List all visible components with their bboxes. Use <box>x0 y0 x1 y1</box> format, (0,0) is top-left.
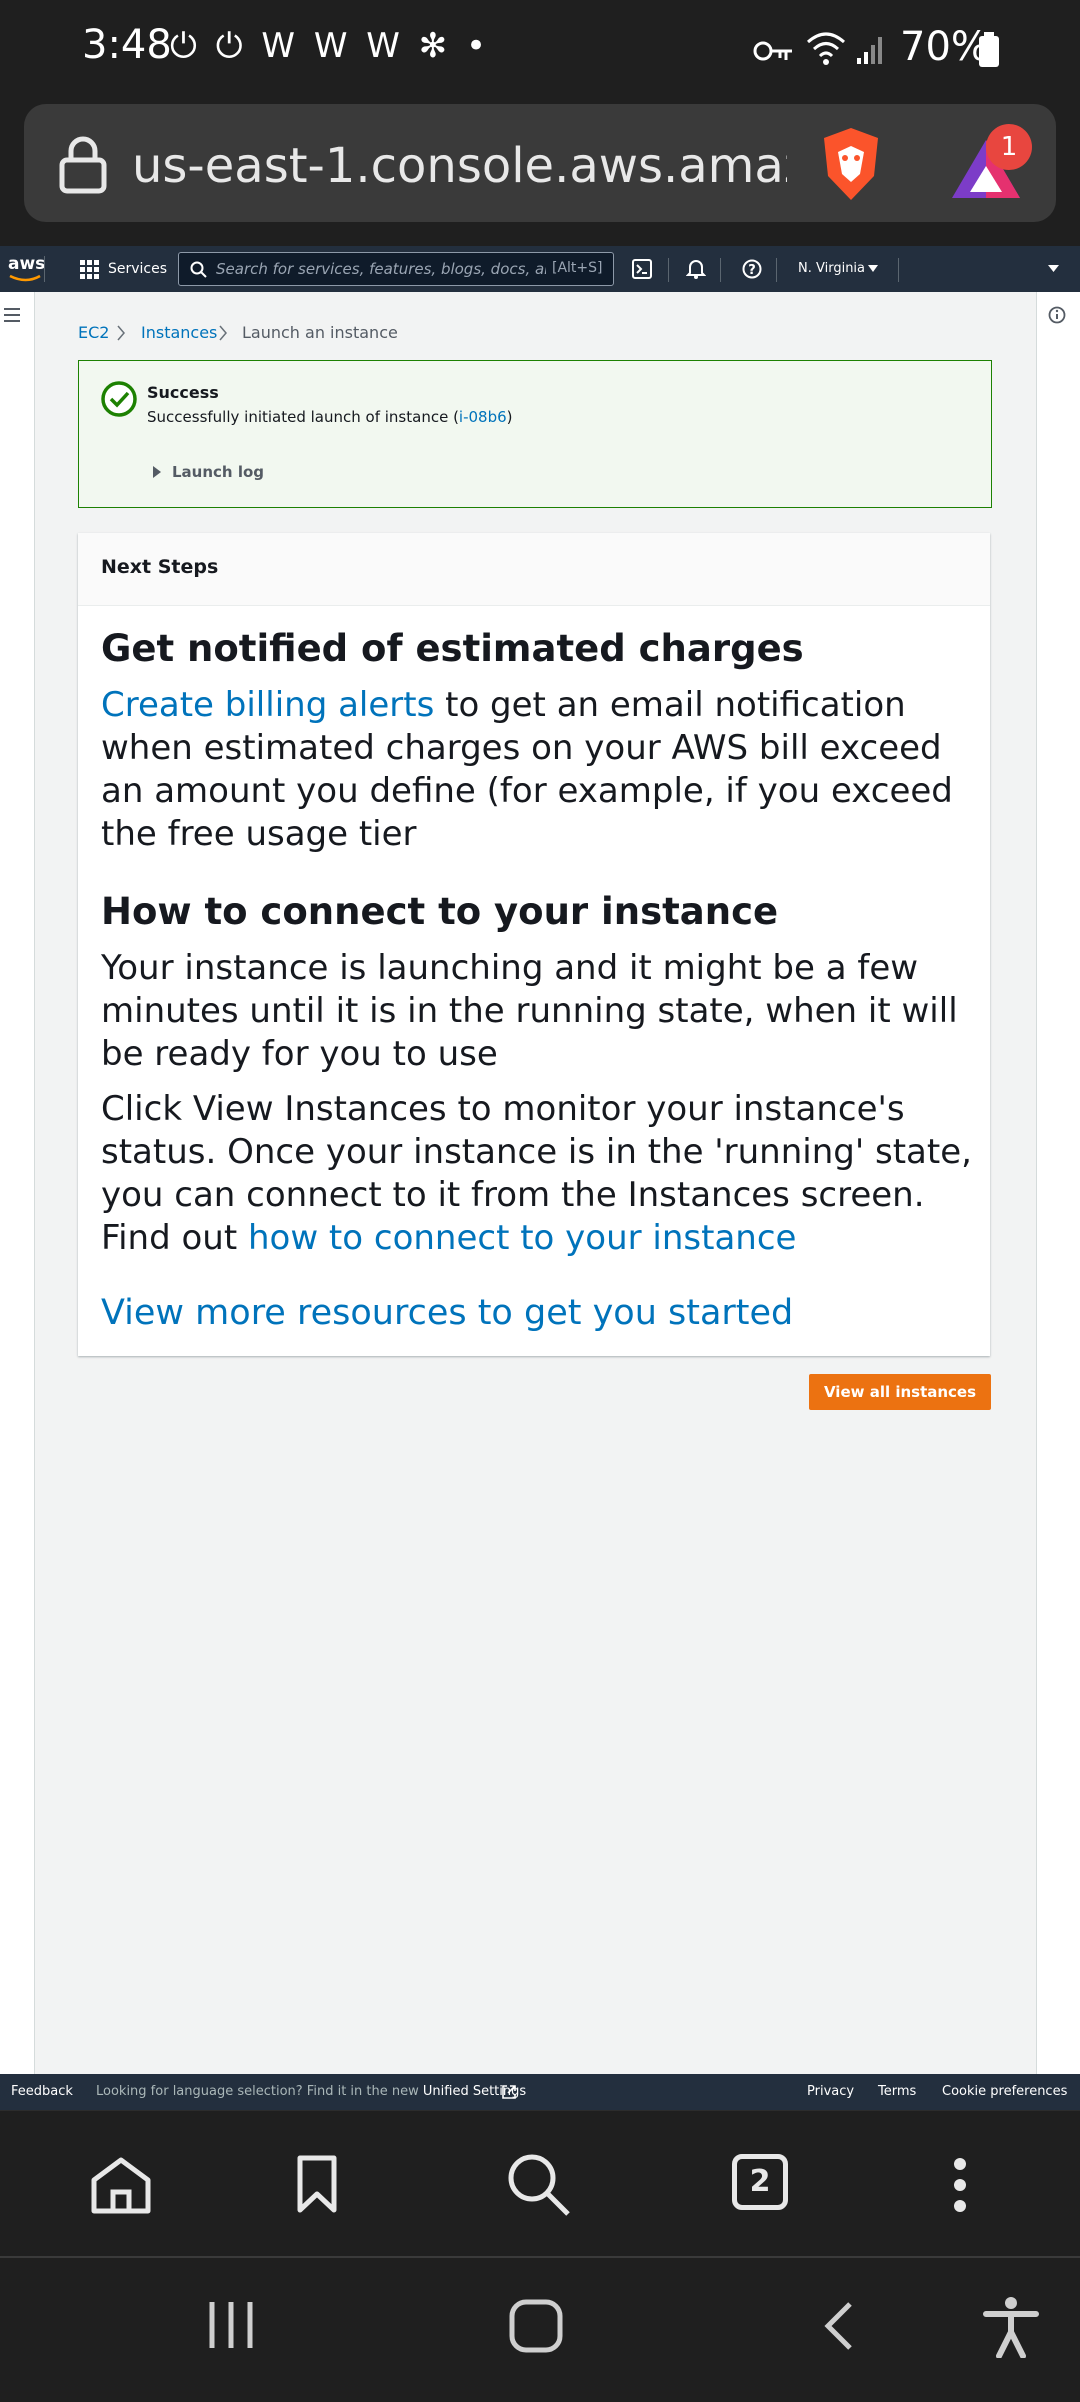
tools-rail <box>1036 292 1080 2074</box>
brave-shields-icon[interactable] <box>818 126 884 202</box>
bookmark-icon[interactable] <box>296 2154 338 2214</box>
breadcrumb-current: Launch an instance <box>242 323 398 342</box>
alert-title: Success <box>147 383 219 402</box>
aws-smile-icon <box>9 274 41 282</box>
search-icon <box>190 261 207 278</box>
nav-divider <box>898 258 899 282</box>
how-to-connect-link[interactable]: how to connect to your instance <box>248 1218 796 1258</box>
language-note-text: Looking for language selection? Find it … <box>96 2084 419 2099</box>
breadcrumb-ec2[interactable]: EC2 <box>78 323 109 342</box>
search-placeholder: Search for services, features, blogs, do… <box>216 260 546 278</box>
cookie-preferences-link[interactable]: Cookie preferences <box>942 2084 1067 2099</box>
aws-logo[interactable]: aws <box>8 254 45 274</box>
more-resources-link[interactable]: View more resources to get you started <box>101 1292 981 1335</box>
home-icon[interactable] <box>90 2156 152 2214</box>
breadcrumb-chevron-icon <box>219 325 227 341</box>
home-nav-icon[interactable] <box>508 2298 564 2354</box>
lock-icon[interactable] <box>58 134 108 194</box>
region-selector[interactable]: N. Virginia <box>798 261 865 276</box>
wifi-icon <box>807 32 845 65</box>
url-text[interactable]: us-east-1.console.aws.amazon <box>132 138 787 194</box>
terms-link[interactable]: Terms <box>878 2084 916 2099</box>
services-menu[interactable]: Services <box>108 261 167 277</box>
external-link-icon[interactable] <box>501 2084 517 2100</box>
more-options-icon[interactable] <box>950 2156 970 2214</box>
search-shortcut: [Alt+S] <box>552 260 603 276</box>
help-icon[interactable]: ? <box>742 259 762 279</box>
accessibility-icon[interactable] <box>982 2296 1040 2358</box>
nav-divider <box>44 256 45 282</box>
info-icon[interactable] <box>1048 306 1066 324</box>
account-caret-down-icon[interactable] <box>1048 265 1060 273</box>
launch-log-toggle[interactable]: Launch log <box>172 463 264 481</box>
breadcrumb-chevron-icon <box>117 325 125 341</box>
menu-icon[interactable] <box>3 307 21 323</box>
svg-text:?: ? <box>748 263 756 278</box>
alert-message: Successfully initiated launch of instanc… <box>147 408 513 426</box>
caret-down-icon <box>868 265 878 272</box>
side-nav-rail <box>0 292 35 2074</box>
view-all-instances-button[interactable]: View all instances <box>809 1374 991 1410</box>
rewards-badge: 1 <box>986 124 1032 170</box>
launching-description: Your instance is launching and it might … <box>101 948 958 1074</box>
alert-message-text: Successfully initiated launch of instanc… <box>147 408 459 426</box>
view-instances-description: Click View Instances to monitor your ins… <box>101 1088 981 1260</box>
signal-icon <box>857 37 882 64</box>
status-notification-icons: ⏻ ⏻ W W W ✻ • <box>170 26 491 66</box>
nav-divider <box>776 258 777 282</box>
instance-id-link[interactable]: i-08b6 <box>459 408 507 426</box>
feedback-link[interactable]: Feedback <box>11 2084 73 2099</box>
search-icon[interactable] <box>506 2152 572 2218</box>
connect-section-title: How to connect to your instance <box>101 890 779 933</box>
status-time: 3:48 <box>82 22 172 68</box>
expand-caret-icon[interactable] <box>152 465 162 479</box>
next-steps-title: Next Steps <box>101 556 219 578</box>
back-icon[interactable] <box>820 2300 856 2352</box>
battery-icon <box>979 32 999 67</box>
alert-message-suffix: ) <box>506 408 513 426</box>
privacy-link[interactable]: Privacy <box>807 2084 854 2099</box>
nav-divider <box>668 258 669 282</box>
services-grid-icon[interactable] <box>80 260 100 280</box>
create-billing-alerts-link[interactable]: Create billing alerts <box>101 685 434 725</box>
cloudshell-icon[interactable] <box>632 259 652 279</box>
nav-divider <box>720 258 721 282</box>
tab-switcher-button[interactable]: 2 <box>732 2154 788 2210</box>
recent-apps-icon[interactable] <box>206 2300 256 2350</box>
billing-section-text: Create billing alerts to get an email no… <box>101 684 981 856</box>
bell-icon[interactable] <box>686 258 706 280</box>
vpn-key-icon <box>753 41 792 61</box>
billing-section-title: Get notified of estimated charges <box>101 627 804 670</box>
breadcrumb-instances[interactable]: Instances <box>141 323 217 342</box>
language-note: Looking for language selection? Find it … <box>96 2084 526 2099</box>
battery-level: 70% <box>900 24 989 70</box>
success-check-icon <box>101 381 137 417</box>
